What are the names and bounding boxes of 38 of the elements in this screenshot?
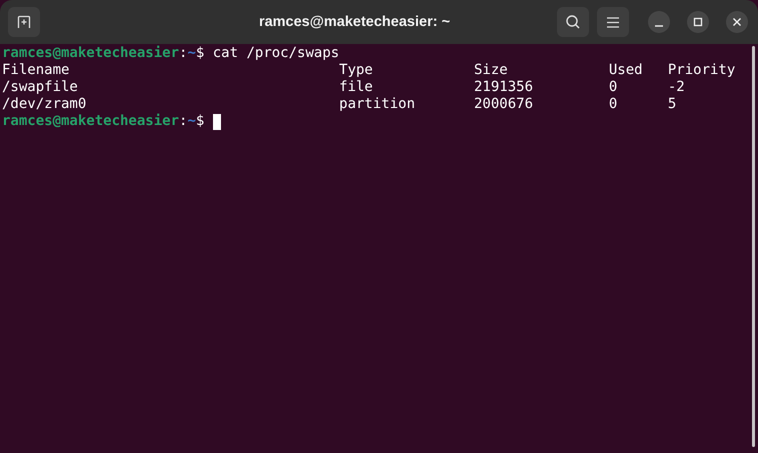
menu-icon: [607, 16, 619, 28]
search-icon: [565, 14, 581, 30]
output-cell: /swapfile: [2, 79, 78, 95]
output-cell: partition: [339, 96, 415, 112]
output-cell: -2: [668, 79, 685, 95]
prompt-path: ~: [187, 113, 196, 130]
window-title: ramces@maketecheasier: ~: [258, 14, 452, 30]
menu-button[interactable]: [597, 7, 629, 37]
output-cell: 0: [608, 96, 618, 112]
output-cell: /dev/zram0: [2, 96, 86, 112]
output-cell: 2191356: [474, 79, 534, 95]
command-text: cat /proc/swaps: [212, 45, 340, 62]
prompt-symbol: $: [196, 113, 204, 130]
maximize-button[interactable]: [687, 11, 709, 33]
output-cell: Used: [608, 62, 643, 78]
search-button[interactable]: [557, 7, 589, 37]
scrollbar[interactable]: [752, 46, 755, 447]
prompt-separator: :: [179, 113, 188, 130]
prompt-user-host: ramces@maketecheasier: [2, 113, 180, 130]
minimize-icon: [655, 24, 663, 26]
new-tab-button[interactable]: [8, 7, 40, 37]
output-cell: Priority: [668, 62, 736, 78]
prompt-separator: :: [179, 45, 188, 62]
output-cell: Type: [339, 62, 373, 78]
output-cell: 0: [608, 79, 618, 95]
output-cell: Size: [474, 62, 508, 78]
prompt-symbol: $: [196, 45, 204, 62]
close-button[interactable]: [726, 11, 748, 33]
close-icon: [732, 17, 742, 27]
prompt-user-host: ramces@maketecheasier: [2, 45, 180, 62]
output-cell: Filename: [2, 62, 70, 78]
output-cell: 5: [668, 96, 676, 112]
maximize-icon: [693, 17, 703, 27]
output-cell: 2000676: [474, 96, 534, 112]
new-tab-icon: [17, 15, 31, 29]
output-cell: file: [339, 79, 373, 95]
minimize-button[interactable]: [648, 11, 670, 33]
prompt-path: ~: [187, 45, 196, 62]
